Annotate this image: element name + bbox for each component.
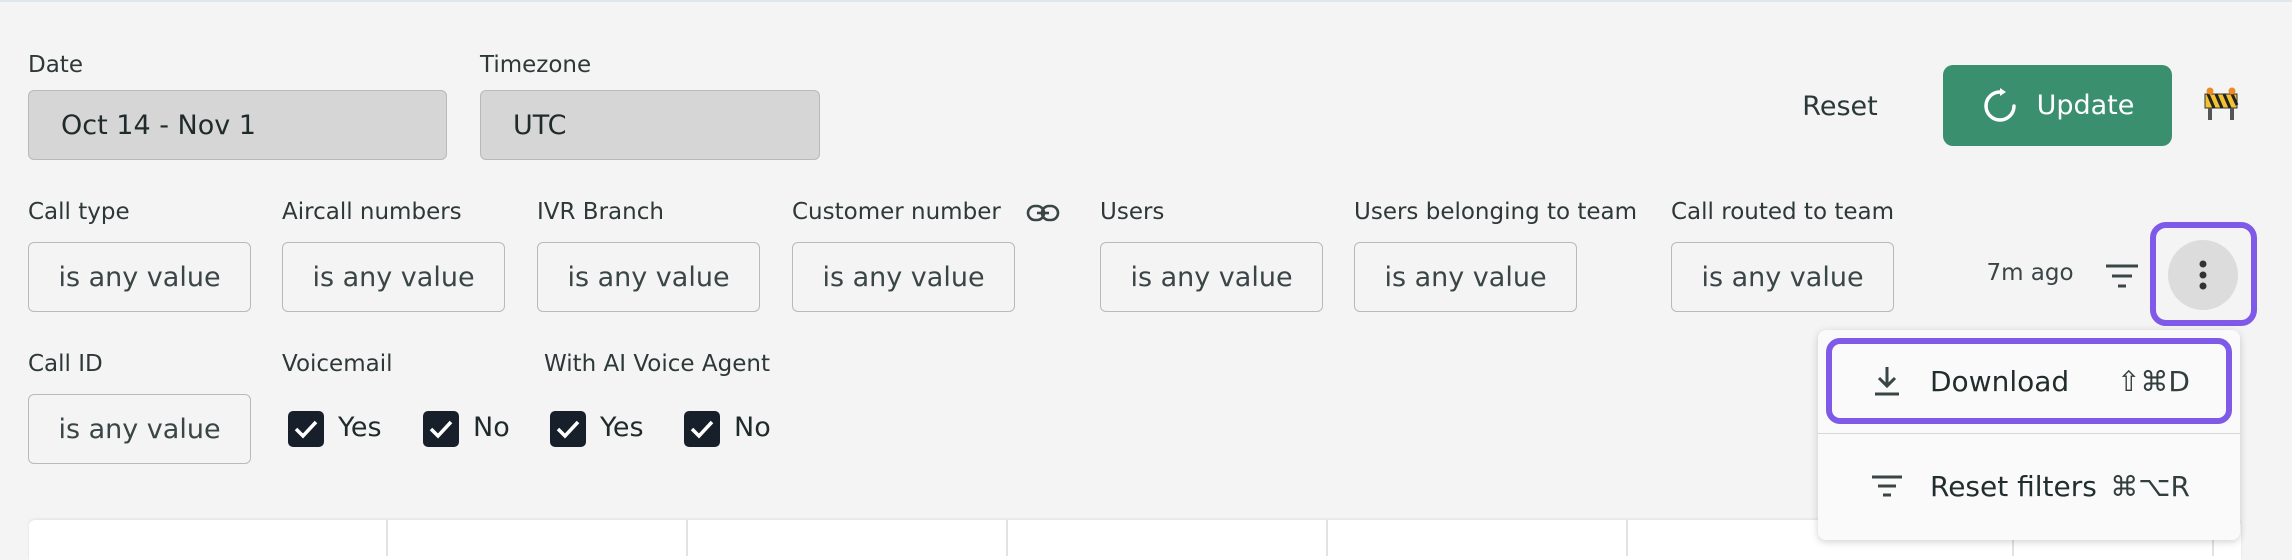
filter-lines-icon [1872,475,1902,497]
kebab-icon [2199,260,2207,290]
menu-item-reset-filters[interactable]: Reset filters ⌘⌥R [1818,444,2240,528]
more-options-button[interactable] [2168,240,2238,310]
checkmark-icon [690,420,714,439]
reset-button[interactable]: Reset [1780,86,1900,126]
users-filter[interactable]: is any value [1100,242,1323,312]
link-icon[interactable] [1026,201,1060,225]
call-type-label: Call type [28,199,130,225]
voicemail-yes-label: Yes [338,412,382,443]
column-divider [1626,520,1628,556]
download-icon [1875,367,1899,396]
ai-agent-yes-checkbox[interactable] [550,411,586,447]
update-button-label: Update [2036,90,2135,121]
routed-team-filter[interactable]: is any value [1671,242,1894,312]
column-divider [386,520,388,556]
voicemail-no-label: No [473,412,510,443]
menu-item-label: Reset filters [1930,469,2097,503]
ivr-branch-filter[interactable]: is any value [537,242,760,312]
users-label: Users [1100,199,1165,225]
last-updated-text: 7m ago [1986,260,2074,286]
menu-divider [1818,433,2240,434]
ai-agent-no-checkbox[interactable] [684,411,720,447]
timezone-label: Timezone [480,52,592,78]
voicemail-yes-checkbox[interactable] [288,411,324,447]
filter-lines-icon[interactable] [2105,262,2139,290]
voicemail-no-checkbox[interactable] [423,411,459,447]
column-divider [1006,520,1008,556]
more-options-menu: Download ⇧⌘D Reset filters ⌘⌥R [1818,330,2240,540]
ivr-branch-label: IVR Branch [537,199,664,225]
date-label: Date [28,52,83,78]
customer-number-label: Customer number [792,199,1001,225]
menu-item-download[interactable]: Download ⇧⌘D [1818,339,2240,423]
date-range-field[interactable]: Oct 14 - Nov 1 [28,90,447,160]
ai-agent-no-label: No [734,412,771,443]
checkmark-icon [294,420,318,439]
column-divider [686,520,688,556]
top-border [0,0,2292,2]
checkmark-icon [429,420,453,439]
menu-item-shortcut: ⌘⌥R [2110,469,2190,503]
call-id-filter[interactable]: is any value [28,394,251,464]
construction-barrier-icon [2204,87,2239,120]
aircall-numbers-label: Aircall numbers [282,199,462,225]
column-divider [1326,520,1328,556]
ai-agent-yes-label: Yes [600,412,644,443]
users-team-label: Users belonging to team [1354,199,1638,225]
checkmark-icon [556,420,580,439]
aircall-numbers-filter[interactable]: is any value [282,242,505,312]
users-team-filter[interactable]: is any value [1354,242,1577,312]
customer-number-filter[interactable]: is any value [792,242,1015,312]
update-button[interactable]: Update [1943,65,2172,146]
routed-team-label: Call routed to team [1671,199,1894,225]
call-type-filter[interactable]: is any value [28,242,251,312]
menu-item-label: Download [1930,364,2070,398]
refresh-icon [1983,87,2016,122]
voicemail-label: Voicemail [282,351,393,377]
menu-item-shortcut: ⇧⌘D [2116,364,2190,398]
ai-voice-agent-label: With AI Voice Agent [544,351,770,377]
call-id-label: Call ID [28,351,103,377]
timezone-field[interactable]: UTC [480,90,820,160]
